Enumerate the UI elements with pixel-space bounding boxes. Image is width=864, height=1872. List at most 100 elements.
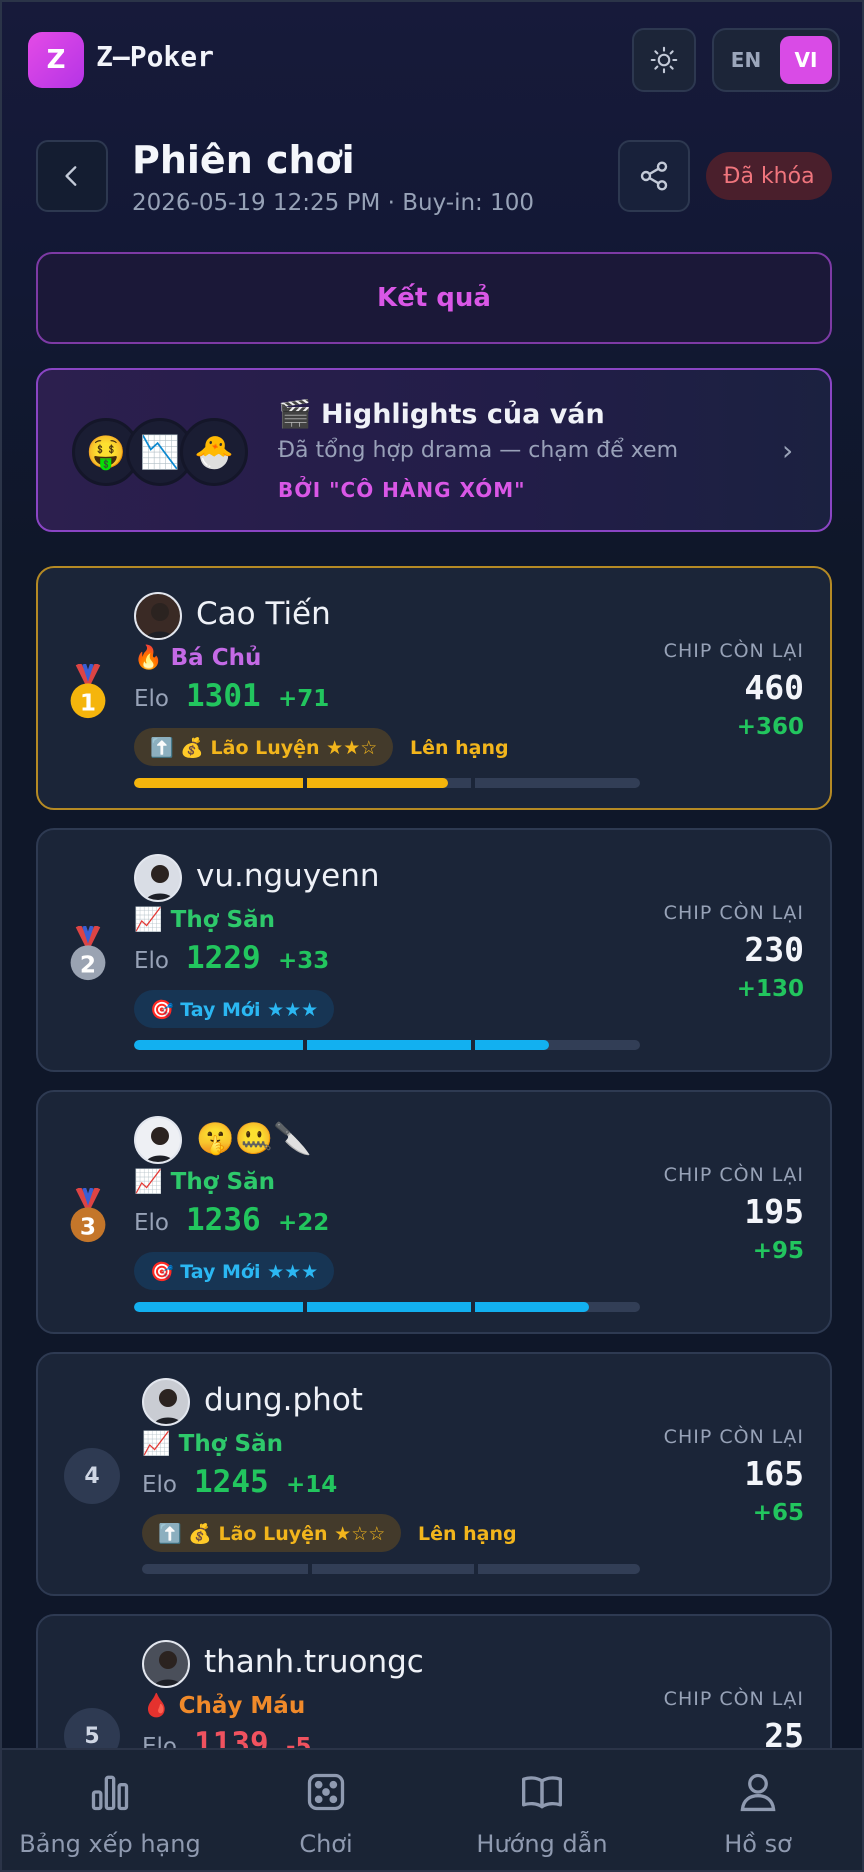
rank-number: 4 bbox=[64, 1448, 120, 1504]
back-button[interactable] bbox=[36, 140, 108, 212]
avatar-image bbox=[145, 603, 175, 638]
tier-badge: 🎯 Tay Mới ★★★ bbox=[134, 990, 335, 1028]
elo-label: Elo bbox=[134, 948, 169, 974]
chips-remaining-label: CHIP CÒN LẠI bbox=[663, 1164, 804, 1186]
nav-guide[interactable]: Hướng dẫn bbox=[434, 1750, 650, 1870]
nav-leaderboard[interactable]: Bảng xếp hạng bbox=[2, 1750, 218, 1870]
elo-value: 1245 bbox=[194, 1464, 269, 1500]
chevron-right-icon: › bbox=[782, 434, 794, 467]
elo-label: Elo bbox=[134, 686, 169, 712]
player-title: 🔥 Bá Chủ bbox=[134, 645, 262, 671]
nav-profile[interactable]: Hồ sơ bbox=[650, 1750, 862, 1870]
elo-value: 1236 bbox=[186, 1202, 261, 1238]
user-icon bbox=[740, 1773, 776, 1812]
rank-up-label: Lên hạng bbox=[418, 1523, 517, 1545]
tier-badge: 🎯 Tay Mới ★★★ bbox=[134, 1252, 335, 1290]
chips-delta: +65 bbox=[752, 1500, 804, 1526]
tier-progress-bar bbox=[134, 778, 640, 788]
player-title: 📈 Thợ Săn bbox=[134, 907, 275, 933]
player-card[interactable]: 3 🤫🤐🔪 📈 Thợ Săn Elo 1236 +22 🎯 Tay Mới ★★★ CHIP… bbox=[36, 1090, 832, 1334]
chips-remaining-value: 165 bbox=[744, 1454, 804, 1493]
logo-letter: Z bbox=[46, 45, 66, 75]
avatar-image bbox=[153, 1651, 183, 1686]
chips-delta: +95 bbox=[752, 1238, 804, 1264]
app-screen: Z Z–Poker EN VI Phiên chơi 2026-05-19 12… bbox=[0, 0, 864, 1872]
session-info: 2026-05-19 12:25 PM · Buy-in: 100 bbox=[132, 190, 535, 216]
chips-remaining-value: 195 bbox=[744, 1192, 804, 1231]
bar-chart-icon bbox=[91, 1775, 129, 1811]
rank-up-label: Lên hạng bbox=[410, 737, 509, 759]
bottom-navigation: Bảng xếp hạng Chơi Hướng dẫn Hồ sơ bbox=[2, 1748, 862, 1870]
tier-badge: ⬆️ 💰 Lão Luyện ★★☆ bbox=[134, 728, 394, 766]
chips-remaining-label: CHIP CÒN LẠI bbox=[663, 640, 804, 662]
elo-delta: +22 bbox=[278, 1210, 330, 1236]
elo-delta: +33 bbox=[278, 948, 330, 974]
nav-label: Chơi bbox=[299, 1830, 353, 1858]
player-title: 📈 Thợ Săn bbox=[134, 1169, 275, 1195]
player-card[interactable]: 2 vu.nguyenn 📈 Thợ Săn Elo 1229 +33 🎯 Tay Mới … bbox=[36, 828, 832, 1072]
share-button[interactable] bbox=[618, 140, 690, 212]
player-card[interactable]: 1 Cao Tiến 🔥 Bá Chủ Elo 1301 +71 ⬆️ 💰 Lão Luyệ… bbox=[36, 566, 832, 810]
progress-fill bbox=[134, 778, 448, 788]
player-title: 📈 Thợ Săn bbox=[142, 1431, 283, 1457]
medal-icon: 1 bbox=[70, 664, 106, 719]
nav-label: Bảng xếp hạng bbox=[19, 1830, 201, 1858]
chips-remaining-value: 230 bbox=[744, 930, 804, 969]
tier-progress-bar bbox=[134, 1040, 640, 1050]
emoji-bubble: 🐣 bbox=[180, 418, 248, 486]
elo-label: Elo bbox=[142, 1472, 177, 1498]
tier-progress-bar bbox=[134, 1302, 640, 1312]
page-title: Phiên chơi bbox=[132, 138, 355, 182]
avatar-image bbox=[153, 1389, 183, 1424]
tier-badge: ⬆️ 💰 Lão Luyện ★☆☆ bbox=[142, 1514, 402, 1552]
avatar[interactable] bbox=[142, 1378, 190, 1426]
tier-progress-bar bbox=[142, 1564, 640, 1574]
nav-label: Hướng dẫn bbox=[476, 1830, 608, 1858]
chevron-left-icon bbox=[65, 166, 77, 186]
sun-icon bbox=[650, 46, 678, 74]
dice-icon bbox=[307, 1773, 345, 1811]
chips-remaining-label: CHIP CÒN LẠI bbox=[663, 1426, 804, 1448]
app-title: Z–Poker bbox=[96, 40, 215, 73]
lang-en-button[interactable]: EN bbox=[720, 36, 772, 84]
avatar[interactable] bbox=[142, 1640, 190, 1688]
elo-label: Elo bbox=[134, 1210, 169, 1236]
player-name: thanh.truongc bbox=[204, 1644, 424, 1680]
svg-text:3: 3 bbox=[80, 1213, 96, 1240]
avatar-image bbox=[145, 865, 175, 900]
progress-fill bbox=[134, 1040, 549, 1050]
highlights-description: Đã tổng hợp drama — chạm để xem bbox=[278, 438, 679, 463]
player-name: vu.nguyenn bbox=[196, 858, 380, 894]
elo-value: 1229 bbox=[186, 940, 261, 976]
share-icon bbox=[640, 161, 668, 191]
chips-delta: +130 bbox=[736, 976, 804, 1002]
book-icon bbox=[522, 1776, 562, 1809]
avatar[interactable] bbox=[134, 854, 182, 902]
chips-remaining-value: 460 bbox=[744, 668, 804, 707]
svg-text:2: 2 bbox=[80, 951, 96, 978]
results-button[interactable]: Kết quả bbox=[36, 252, 832, 344]
elo-delta: +14 bbox=[286, 1472, 338, 1498]
nav-play[interactable]: Chơi bbox=[218, 1750, 434, 1870]
avatar[interactable] bbox=[134, 1116, 182, 1164]
lang-vi-button[interactable]: VI bbox=[780, 36, 832, 84]
player-name: 🤫🤐🔪 bbox=[196, 1121, 312, 1157]
avatar[interactable] bbox=[134, 592, 182, 640]
highlights-card[interactable]: 🤑 📉 🐣 🎬 Highlights của ván Đã tổng hợp d… bbox=[36, 368, 832, 532]
medal-icon: 2 bbox=[70, 926, 106, 981]
chips-remaining-label: CHIP CÒN LẠI bbox=[663, 1688, 804, 1710]
language-switcher: EN VI bbox=[712, 28, 840, 92]
theme-toggle-button[interactable] bbox=[632, 28, 696, 92]
avatar-image bbox=[145, 1127, 175, 1162]
chips-remaining-label: CHIP CÒN LẠI bbox=[663, 902, 804, 924]
medal-icon: 3 bbox=[70, 1188, 106, 1243]
player-card[interactable]: 4 dung.phot 📈 Thợ Săn Elo 1245 +14 ⬆️ 💰 Lão Lu… bbox=[36, 1352, 832, 1596]
elo-delta: +71 bbox=[278, 686, 330, 712]
player-name: Cao Tiến bbox=[196, 596, 331, 632]
highlights-title: 🎬 Highlights của ván bbox=[278, 399, 605, 430]
chips-delta: +360 bbox=[736, 714, 804, 740]
nav-label: Hồ sơ bbox=[724, 1830, 792, 1858]
player-name: dung.phot bbox=[204, 1382, 363, 1418]
player-title: 🩸 Chảy Máu bbox=[142, 1693, 306, 1719]
app-logo[interactable]: Z bbox=[28, 32, 84, 88]
